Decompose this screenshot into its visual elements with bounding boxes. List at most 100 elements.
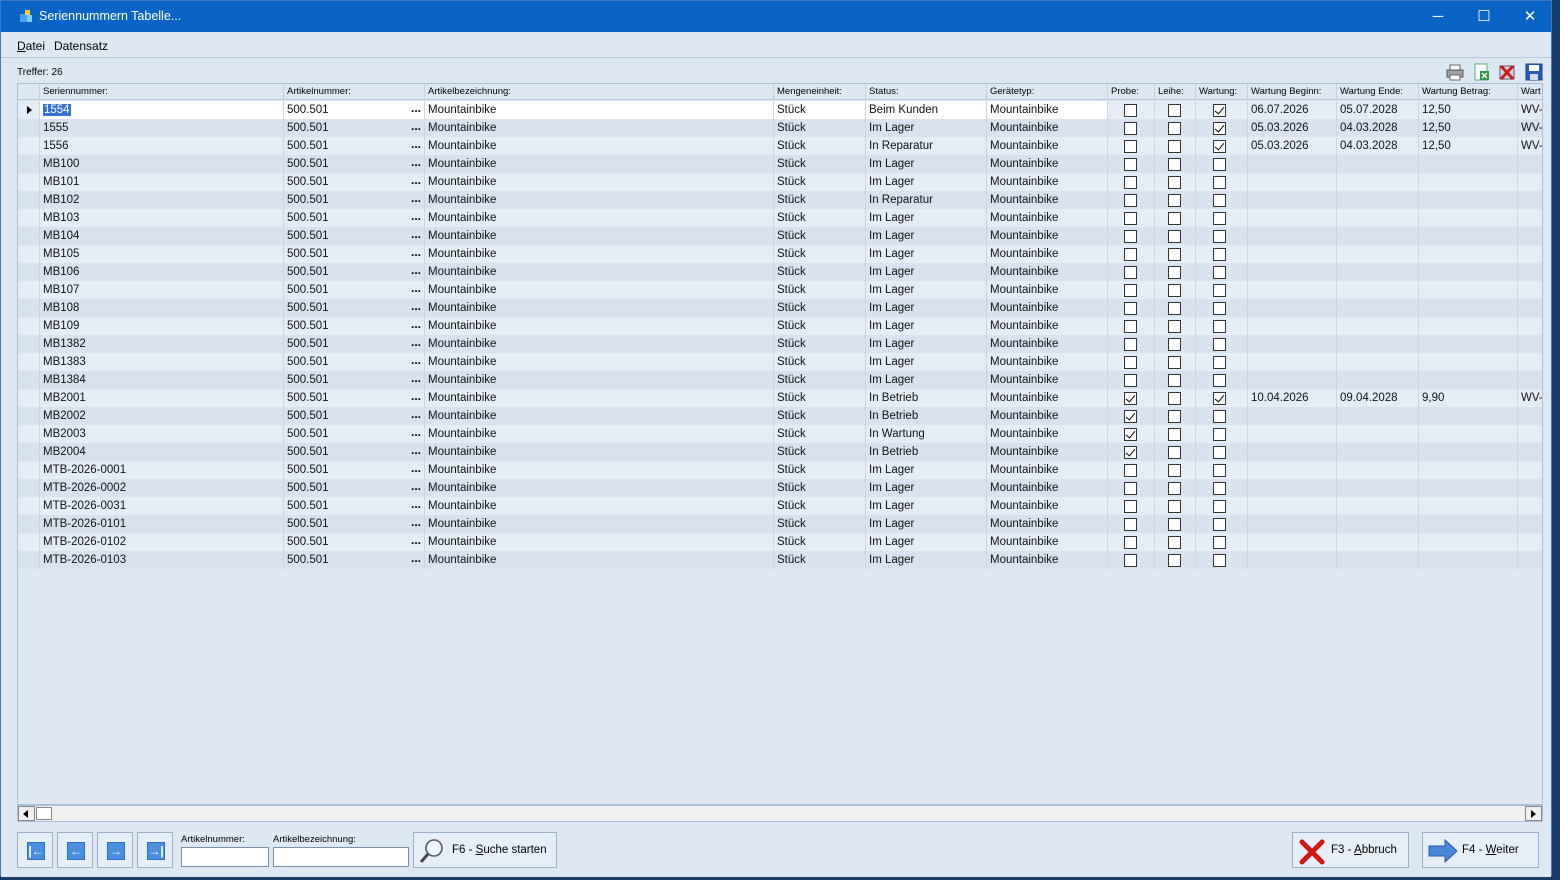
row-selector[interactable] xyxy=(18,461,40,479)
cell-artikelbezeichnung[interactable]: Mountainbike xyxy=(425,407,774,425)
cell-status[interactable]: Im Lager xyxy=(866,551,987,569)
cell-wartung-betrag[interactable] xyxy=(1419,299,1518,317)
artikel-lookup-button[interactable]: ... xyxy=(407,335,425,353)
cell-artikelbezeichnung[interactable]: Mountainbike xyxy=(425,497,774,515)
cell-wartung-ende[interactable] xyxy=(1337,515,1419,533)
wartung-checkbox[interactable] xyxy=(1213,122,1226,135)
cell-artikelnummer[interactable]: 500.501 xyxy=(284,299,425,317)
horizontal-scrollbar[interactable] xyxy=(17,805,1543,822)
search-button[interactable]: F6 - Suche starten xyxy=(413,832,557,868)
probe-checkbox[interactable] xyxy=(1124,140,1137,153)
cell-status[interactable]: In Betrieb xyxy=(866,407,987,425)
cell-artikelnummer[interactable]: 500.501 xyxy=(284,191,425,209)
cell-status[interactable]: Im Lager xyxy=(866,479,987,497)
cell-seriennummer[interactable]: MB2003 xyxy=(40,425,284,443)
cell-wartung-more[interactable]: WV- xyxy=(1518,101,1542,119)
col-wartung-ende[interactable]: Wartung Ende: xyxy=(1337,84,1419,100)
col-wartung-beginn[interactable]: Wartung Beginn: xyxy=(1248,84,1337,100)
cell-seriennummer[interactable]: MTB-2026-0103 xyxy=(40,551,284,569)
cell-mengeneinheit[interactable]: Stück xyxy=(774,479,866,497)
artikel-lookup-button[interactable]: ... xyxy=(407,533,425,551)
table-row[interactable]: MTB-2026-0102 500.501 Mountainbike Stück Im … xyxy=(18,533,1542,551)
close-button[interactable]: ✕ xyxy=(1507,1,1553,32)
cell-wartung-more[interactable]: WV- xyxy=(1518,389,1542,407)
cell-mengeneinheit[interactable]: Stück xyxy=(774,119,866,137)
wartung-checkbox[interactable] xyxy=(1213,302,1226,315)
cell-seriennummer[interactable]: MB1384 xyxy=(40,371,284,389)
cell-geraetetyp[interactable]: Mountainbike xyxy=(987,461,1108,479)
cell-status[interactable]: Im Lager xyxy=(866,155,987,173)
cell-artikelbezeichnung[interactable]: Mountainbike xyxy=(425,227,774,245)
col-artikelbezeichnung[interactable]: Artikelbezeichnung: xyxy=(425,84,774,100)
cell-wartung-betrag[interactable] xyxy=(1419,425,1518,443)
cell-status[interactable]: Im Lager xyxy=(866,173,987,191)
row-selector[interactable] xyxy=(18,317,40,335)
cell-status[interactable]: Im Lager xyxy=(866,371,987,389)
leihe-checkbox[interactable] xyxy=(1168,554,1181,567)
cell-mengeneinheit[interactable]: Stück xyxy=(774,281,866,299)
cell-wartung-more[interactable] xyxy=(1518,443,1542,461)
cell-status[interactable]: Im Lager xyxy=(866,245,987,263)
cell-wartung-more[interactable] xyxy=(1518,281,1542,299)
row-selector[interactable] xyxy=(18,191,40,209)
leihe-checkbox[interactable] xyxy=(1168,428,1181,441)
cell-mengeneinheit[interactable]: Stück xyxy=(774,155,866,173)
wartung-checkbox[interactable] xyxy=(1213,392,1226,405)
row-selector[interactable] xyxy=(18,443,40,461)
probe-checkbox[interactable] xyxy=(1124,212,1137,225)
wartung-checkbox[interactable] xyxy=(1213,536,1226,549)
cell-wartung-betrag[interactable] xyxy=(1419,461,1518,479)
artikel-lookup-button[interactable]: ... xyxy=(407,317,425,335)
next-record-button[interactable]: → xyxy=(97,832,133,868)
probe-checkbox[interactable] xyxy=(1124,410,1137,423)
wartung-checkbox[interactable] xyxy=(1213,500,1226,513)
cell-wartung-more[interactable] xyxy=(1518,407,1542,425)
cell-artikelnummer[interactable]: 500.501 xyxy=(284,551,425,569)
cell-artikelbezeichnung[interactable]: Mountainbike xyxy=(425,137,774,155)
probe-checkbox[interactable] xyxy=(1124,356,1137,369)
cell-wartung-beginn[interactable] xyxy=(1248,407,1337,425)
artikel-lookup-button[interactable]: ... xyxy=(407,281,425,299)
wartung-checkbox[interactable] xyxy=(1213,482,1226,495)
artikel-lookup-button[interactable]: ... xyxy=(407,119,425,137)
cell-wartung-more[interactable] xyxy=(1518,371,1542,389)
artikel-lookup-button[interactable]: ... xyxy=(407,209,425,227)
wartung-checkbox[interactable] xyxy=(1213,446,1226,459)
cell-wartung-betrag[interactable] xyxy=(1419,227,1518,245)
row-selector[interactable] xyxy=(18,533,40,551)
cell-geraetetyp[interactable]: Mountainbike xyxy=(987,479,1108,497)
artikel-lookup-button[interactable]: ... xyxy=(407,173,425,191)
probe-checkbox[interactable] xyxy=(1124,338,1137,351)
cell-wartung-betrag[interactable] xyxy=(1419,533,1518,551)
cell-artikelnummer[interactable]: 500.501 xyxy=(284,515,425,533)
cell-artikelbezeichnung[interactable]: Mountainbike xyxy=(425,335,774,353)
wartung-checkbox[interactable] xyxy=(1213,230,1226,243)
cell-wartung-more[interactable] xyxy=(1518,497,1542,515)
cell-seriennummer[interactable]: MB101 xyxy=(40,173,284,191)
artikel-lookup-button[interactable]: ... xyxy=(407,263,425,281)
wartung-checkbox[interactable] xyxy=(1213,194,1226,207)
cell-artikelbezeichnung[interactable]: Mountainbike xyxy=(425,191,774,209)
wartung-checkbox[interactable] xyxy=(1213,356,1226,369)
cell-wartung-ende[interactable]: 04.03.2028 xyxy=(1337,119,1419,137)
maximize-button[interactable]: ☐ xyxy=(1461,1,1507,32)
artikel-lookup-button[interactable]: ... xyxy=(407,137,425,155)
table-row[interactable]: MB2004 500.501 Mountainbike Stück In Betrieb… xyxy=(18,443,1542,461)
cell-artikelbezeichnung[interactable]: Mountainbike xyxy=(425,209,774,227)
cell-wartung-ende[interactable] xyxy=(1337,335,1419,353)
cell-wartung-beginn[interactable] xyxy=(1248,281,1337,299)
cell-wartung-more[interactable] xyxy=(1518,227,1542,245)
cell-geraetetyp[interactable]: Mountainbike xyxy=(987,191,1108,209)
cell-artikelbezeichnung[interactable]: Mountainbike xyxy=(425,515,774,533)
cell-artikelnummer[interactable]: 500.501 xyxy=(284,425,425,443)
cell-wartung-ende[interactable]: 05.07.2028 xyxy=(1337,101,1419,119)
row-selector[interactable] xyxy=(18,515,40,533)
probe-checkbox[interactable] xyxy=(1124,518,1137,531)
leihe-checkbox[interactable] xyxy=(1168,500,1181,513)
cell-seriennummer[interactable]: 1555 xyxy=(40,119,284,137)
wartung-checkbox[interactable] xyxy=(1213,176,1226,189)
probe-checkbox[interactable] xyxy=(1124,104,1137,117)
cell-wartung-more[interactable] xyxy=(1518,479,1542,497)
cell-wartung-ende[interactable] xyxy=(1337,227,1419,245)
table-row[interactable]: MTB-2026-0031 500.501 Mountainbike Stück Im … xyxy=(18,497,1542,515)
